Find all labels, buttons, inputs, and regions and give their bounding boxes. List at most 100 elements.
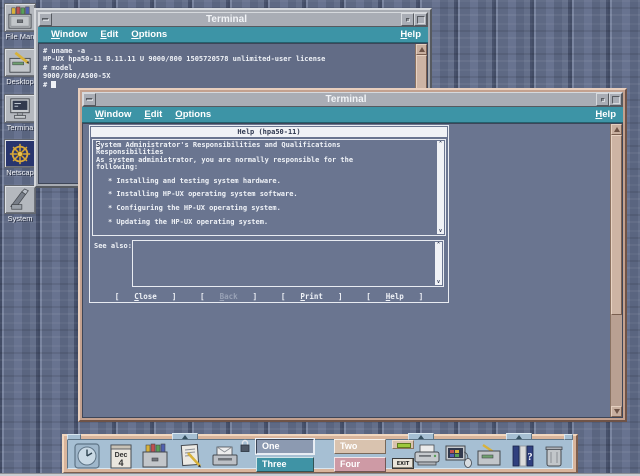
svg-text:?: ? — [528, 452, 533, 463]
terminal-line: HP-UX hpa50-11 B.11.11 U 9000/800 150572… — [39, 55, 413, 63]
desktop-icon-netscape[interactable]: Netscap — [2, 139, 38, 177]
desktop-icon-label: Desktop — [2, 78, 38, 86]
window-menu-icon — [86, 98, 93, 101]
window-menu-button[interactable] — [39, 13, 52, 26]
lock-icon[interactable] — [238, 438, 252, 453]
help-button[interactable]: [Help] — [365, 292, 424, 301]
scroll-up-icon[interactable]: ^ — [437, 141, 444, 147]
system-icon — [4, 185, 36, 214]
terminal1-title: Terminal — [52, 14, 401, 25]
minimize-icon — [406, 18, 410, 22]
desktop-icon-label: Netscap — [2, 169, 38, 177]
desktop-icon-terminal[interactable]: Termina — [2, 94, 38, 132]
terminal1-menubar: Window Edit Options Help — [38, 27, 428, 43]
terminal1-output: # uname -a HP-UX hpa50-11 B.11.11 U 9000… — [39, 44, 427, 89]
help-bullet: * Updating the HP-UX operating system. — [96, 219, 435, 226]
terminal2-menubar: Window Edit Options Help — [82, 107, 623, 123]
desktop-root: File Man Desktop Termina — [0, 0, 640, 476]
terminal-line: # uname -a — [39, 47, 413, 55]
menu-help[interactable]: Help — [400, 29, 421, 40]
menu-help[interactable]: Help — [595, 109, 616, 120]
maximize-button[interactable] — [609, 93, 622, 106]
minimize-button[interactable] — [401, 13, 414, 26]
scroll-down-icon[interactable]: v — [437, 228, 444, 234]
menu-options[interactable]: Options — [131, 29, 167, 40]
scrollbar-thumb[interactable] — [611, 135, 622, 315]
file-manager-icon[interactable] — [140, 442, 170, 470]
see-also-scrollbar[interactable]: ^ v — [435, 242, 442, 285]
workspace-label: Three — [262, 459, 287, 469]
window-menu-icon — [42, 18, 49, 21]
help-intro-line: following: — [96, 164, 435, 171]
back-button[interactable]: [Back] — [199, 292, 258, 301]
scroll-up-icon[interactable]: ^ — [435, 242, 442, 248]
workspace-button-two[interactable]: Two — [334, 439, 386, 454]
maximize-button[interactable] — [414, 13, 427, 26]
desktop-icon-system[interactable]: System — [2, 185, 38, 223]
minimize-button[interactable] — [596, 93, 609, 106]
desktop-icon-label: System — [2, 215, 38, 223]
menu-window[interactable]: Window — [51, 29, 87, 40]
workspace-button-three[interactable]: Three — [256, 457, 314, 472]
terminal1-titlebar[interactable]: Terminal — [38, 12, 428, 27]
subpanel-arrow-help[interactable] — [506, 433, 532, 440]
terminal2-text-area[interactable]: Help (hpa50-11) System Administrator's R… — [82, 123, 623, 418]
file-manager-icon — [4, 3, 36, 32]
mail-icon[interactable] — [210, 442, 240, 470]
help-dialog-buttons: [Close] [Back] [Print] [Help] — [92, 291, 446, 302]
workspace-label: Four — [340, 459, 360, 469]
help-bullet: * Installing HP-UX operating system soft… — [96, 191, 435, 198]
app-manager-icon[interactable] — [474, 442, 504, 470]
terminal-icon — [4, 94, 36, 123]
help-dialog-title: Help (hpa50-11) — [91, 127, 447, 137]
workspace-button-four[interactable]: Four — [334, 457, 386, 472]
svg-text:4: 4 — [118, 458, 123, 468]
minimize-icon — [601, 98, 605, 102]
menu-edit[interactable]: Edit — [144, 109, 162, 120]
desktop-icon-desktop-apps[interactable]: Desktop — [2, 48, 38, 86]
menu-window[interactable]: Window — [95, 109, 131, 120]
panel-left-handle[interactable] — [67, 434, 81, 440]
help-intro-line: As system administrator, you are normall… — [96, 157, 435, 164]
panel-right-handle[interactable] — [564, 434, 573, 440]
terminal2-titlebar[interactable]: Terminal — [82, 92, 623, 107]
calendar-icon[interactable]: Dec 4 — [106, 442, 136, 470]
scroll-down-icon[interactable] — [611, 406, 622, 417]
terminal-line: # model — [39, 64, 413, 72]
help-viewer-icon[interactable]: ? — [508, 442, 538, 470]
close-button[interactable]: [Close] — [114, 292, 178, 301]
help-dialog: Help (hpa50-11) System Administrator's R… — [89, 125, 449, 303]
subpanel-arrow-printer[interactable] — [408, 433, 434, 440]
see-also-label: See also: — [94, 242, 132, 250]
help-bullet: * Configuring the HP-UX operating system… — [96, 205, 435, 212]
busy-light — [392, 440, 414, 449]
see-also-list[interactable]: ^ v — [132, 240, 444, 287]
scroll-up-icon[interactable] — [416, 44, 427, 55]
terminal2-scrollbar[interactable] — [610, 124, 622, 417]
exit-button[interactable]: EXIT — [392, 458, 414, 469]
front-panel: Dec 4 — [62, 434, 578, 474]
printer-icon[interactable] — [412, 442, 442, 470]
desktop-apps-icon — [4, 48, 36, 77]
subpanel-arrow-notes[interactable] — [172, 433, 198, 440]
scroll-up-icon[interactable] — [611, 124, 622, 135]
maximize-icon — [612, 96, 620, 104]
text-note-icon[interactable] — [176, 442, 206, 470]
desktop-icon-file-manager[interactable]: File Man — [2, 3, 38, 41]
print-button[interactable]: [Print] — [280, 292, 344, 301]
help-text-scrollbar[interactable]: ^ v — [437, 141, 444, 234]
style-manager-icon[interactable] — [444, 442, 474, 470]
window-menu-button[interactable] — [83, 93, 96, 106]
clock-icon[interactable] — [72, 442, 102, 470]
text-cursor — [51, 81, 56, 88]
workspace-label: One — [262, 441, 280, 451]
terminal-window-2: Terminal Window Edit Options Help Help (… — [78, 88, 627, 422]
menu-edit[interactable]: Edit — [100, 29, 118, 40]
help-text-box[interactable]: System Administrator's Responsibilities … — [92, 139, 446, 236]
help-bullet: * Installing and testing system hardware… — [96, 178, 435, 185]
workspace-button-one[interactable]: One — [256, 439, 314, 454]
menu-options[interactable]: Options — [175, 109, 211, 120]
scroll-down-icon[interactable]: v — [435, 279, 442, 285]
trash-icon[interactable] — [542, 442, 566, 470]
terminal-line: 9000/800/A500-5X — [39, 72, 413, 80]
